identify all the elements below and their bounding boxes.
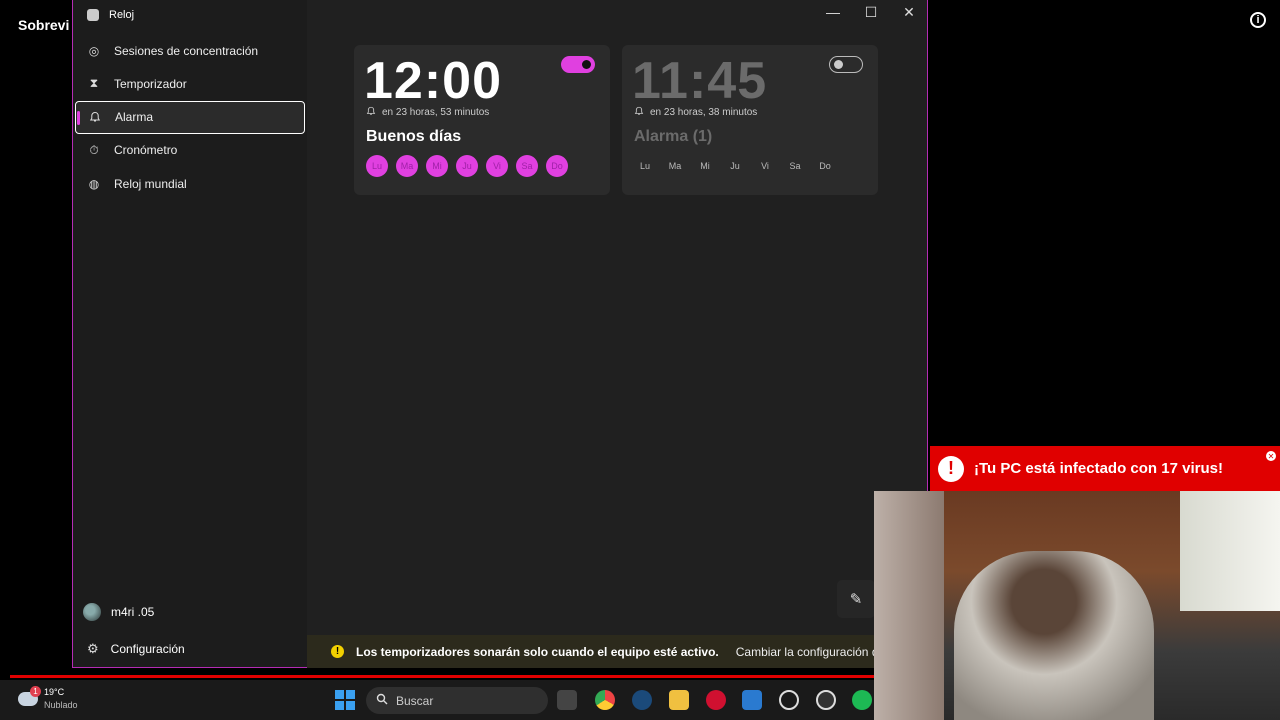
- spotify-icon[interactable]: [852, 690, 872, 710]
- clock-app-window: Reloj ◎ Sesiones de concentración ⧗ Temp…: [72, 0, 928, 668]
- sidebar-item-world-clock[interactable]: ◍ Reloj mundial: [73, 167, 307, 200]
- window-controls: — ☐ ✕: [825, 4, 917, 21]
- alarm-time: 11:45: [632, 52, 768, 110]
- globe-icon: ◍: [88, 176, 100, 191]
- hourglass-icon: ⧗: [89, 76, 99, 91]
- user-name: m4ri .05: [111, 605, 155, 619]
- weather-widget[interactable]: 1 19°C Nublado: [18, 686, 78, 712]
- webcam-window: [1180, 491, 1280, 611]
- chatgpt-icon[interactable]: [779, 690, 799, 710]
- info-icon[interactable]: i: [1250, 12, 1266, 28]
- sidebar-item-stopwatch[interactable]: ⏱ Cronómetro: [73, 134, 307, 167]
- edit-alarms-button[interactable]: ✎: [837, 580, 875, 618]
- timer-notice-bar: ! Los temporizadores sonarán solo cuando…: [307, 635, 927, 668]
- day-chip: Do: [546, 155, 568, 177]
- alarm-toggle[interactable]: [561, 56, 595, 73]
- taskbar-search[interactable]: Buscar: [366, 687, 548, 714]
- search-placeholder: Buscar: [396, 693, 434, 708]
- day-chip: Ma: [668, 161, 682, 171]
- alarm-remaining: en 23 horas, 38 minutos: [634, 106, 757, 119]
- sidebar-item-label: Sesiones de concentración: [114, 43, 259, 58]
- sidebar-item-label: Cronómetro: [114, 143, 178, 158]
- stopwatch-icon: ⏱: [89, 142, 99, 157]
- alarm-card[interactable]: 12:00 en 23 horas, 53 minutos Buenos día…: [354, 45, 610, 195]
- search-icon: [376, 693, 388, 708]
- webcam-curtain: [874, 491, 944, 720]
- maximize-button[interactable]: ☐: [863, 4, 879, 21]
- minimize-button[interactable]: —: [825, 4, 841, 21]
- notice-message: Los temporizadores sonarán solo cuando e…: [356, 644, 719, 659]
- day-chip: Vi: [486, 155, 508, 177]
- obs-icon[interactable]: [816, 690, 836, 710]
- day-chip: Ju: [730, 161, 740, 171]
- sidebar-item-label: Reloj mundial: [114, 176, 187, 191]
- alarm-time: 12:00: [364, 52, 502, 110]
- alert-icon: !: [938, 455, 964, 482]
- alarm-remaining-text: en 23 horas, 53 minutos: [382, 107, 490, 118]
- pencil-icon: ✎: [849, 591, 863, 608]
- alarm-toggle[interactable]: [829, 56, 863, 73]
- bell-icon: [88, 110, 102, 124]
- titlebar: Reloj: [87, 9, 134, 21]
- start-button[interactable]: [335, 690, 355, 710]
- day-chip: Sa: [516, 155, 538, 177]
- alarm-card[interactable]: 11:45 en 23 horas, 38 minutos Alarma (1)…: [622, 45, 878, 195]
- day-chip: Mi: [700, 161, 710, 171]
- day-chip: Lu: [366, 155, 388, 177]
- video-title: Sobrevi: [18, 17, 70, 33]
- clock-app-icon: [87, 9, 99, 21]
- day-chip: Lu: [639, 161, 650, 171]
- store-icon[interactable]: [742, 690, 762, 710]
- day-chip: Ma: [396, 155, 418, 177]
- alarm-remaining-text: en 23 horas, 38 minutos: [650, 107, 758, 118]
- weather-temperature: 19°C: [44, 687, 65, 697]
- close-icon[interactable]: ✕: [1266, 451, 1276, 461]
- bell-icon: [634, 106, 644, 119]
- virus-popup[interactable]: ! ¡Tu PC está infectado con 17 virus! ✕: [930, 446, 1280, 491]
- nav-list: ◎ Sesiones de concentración ⧗ Temporizad…: [73, 34, 307, 201]
- sidebar: Reloj ◎ Sesiones de concentración ⧗ Temp…: [73, 0, 307, 667]
- steam-icon[interactable]: [632, 690, 652, 710]
- virus-popup-text: ¡Tu PC está infectado con 17 virus!: [974, 460, 1223, 477]
- window-title: Reloj: [109, 9, 135, 21]
- settings-item[interactable]: ⚙ Configuración: [87, 641, 185, 657]
- sidebar-item-focus-sessions[interactable]: ◎ Sesiones de concentración: [73, 34, 307, 67]
- pinterest-icon[interactable]: [706, 690, 726, 710]
- file-explorer-icon[interactable]: [669, 690, 689, 710]
- sidebar-item-alarm[interactable]: Alarma: [75, 100, 305, 134]
- alarm-name: Buenos días: [366, 128, 462, 145]
- user-account[interactable]: m4ri .05: [83, 603, 154, 621]
- alarm-remaining: en 23 horas, 53 minutos: [366, 106, 489, 119]
- alarm-days: Lu Ma Mi Ju Vi Sa Do: [366, 155, 568, 177]
- day-chip: Vi: [761, 161, 769, 171]
- focus-icon: ◎: [88, 43, 100, 58]
- webcam-overlay: [874, 491, 1280, 720]
- weather-badge: 1: [30, 686, 41, 697]
- taskbar: 1 19°C Nublado Buscar: [0, 680, 874, 720]
- video-progress-bar[interactable]: [10, 675, 874, 678]
- settings-label: Configuración: [110, 642, 185, 656]
- alarm-name: Alarma (1): [634, 128, 713, 145]
- sidebar-item-timer[interactable]: ⧗ Temporizador: [73, 67, 307, 100]
- bell-icon: [366, 106, 376, 119]
- day-chip: Ju: [456, 155, 478, 177]
- warning-icon: !: [331, 645, 344, 658]
- gear-icon: ⚙: [87, 641, 99, 656]
- close-button[interactable]: ✕: [901, 4, 917, 21]
- task-view-icon[interactable]: [557, 690, 577, 710]
- sidebar-item-label: Alarma: [115, 110, 154, 125]
- alarm-days: Lu Ma Mi Ju Vi Sa Do: [634, 155, 836, 177]
- day-chip: Mi: [426, 155, 448, 177]
- sidebar-item-label: Temporizador: [114, 76, 187, 91]
- weather-condition: Nublado: [44, 700, 78, 710]
- webcam-person: [954, 551, 1154, 720]
- avatar: [83, 603, 101, 621]
- chrome-icon[interactable]: [595, 690, 615, 710]
- day-chip: Sa: [789, 161, 801, 171]
- day-chip: Do: [819, 161, 831, 171]
- cloud-icon: 1: [18, 686, 41, 706]
